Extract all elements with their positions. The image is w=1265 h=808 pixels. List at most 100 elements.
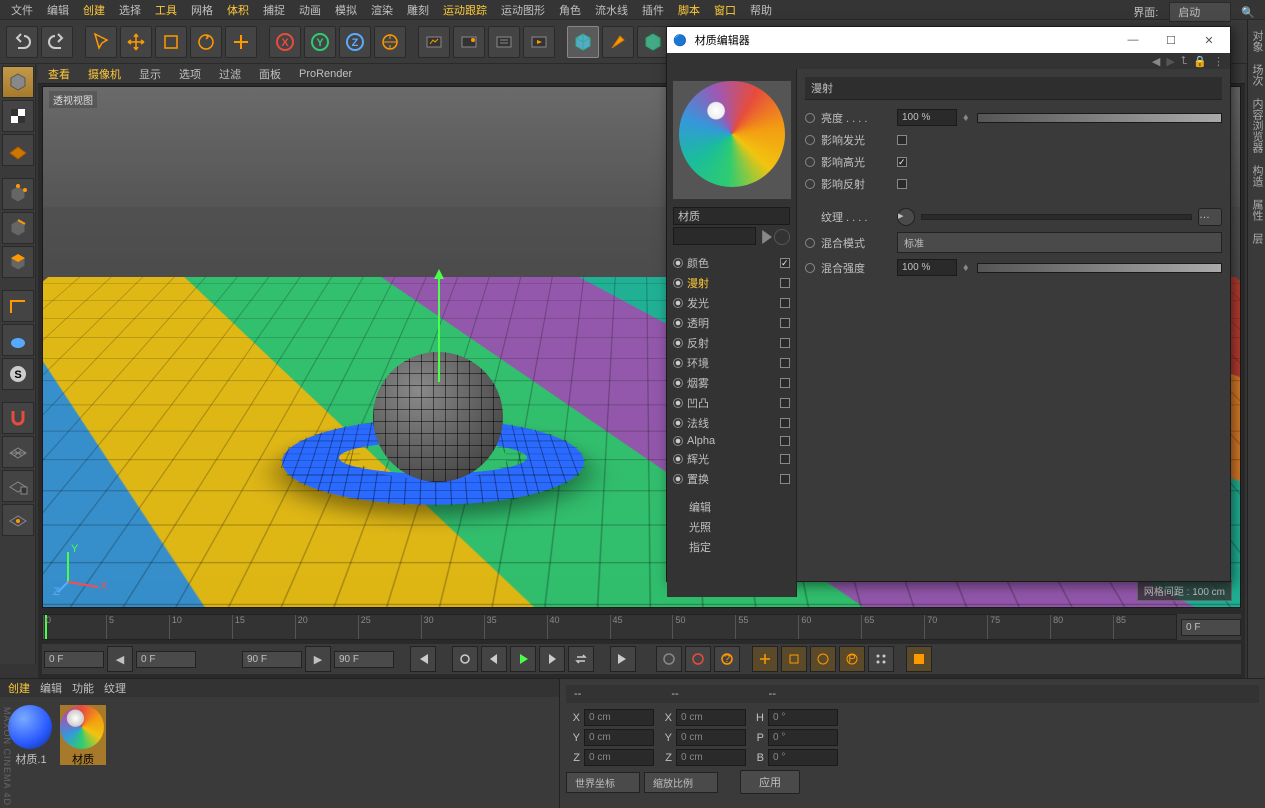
viewmenu-prorender[interactable]: ProRender bbox=[295, 66, 356, 82]
range-handle2[interactable]: ▶ bbox=[305, 646, 331, 672]
nav-up-icon[interactable]: ⮤ bbox=[1181, 55, 1188, 68]
timeline[interactable]: 051015202530354045505560657075808590 0 F bbox=[42, 614, 1241, 640]
menu-plugins[interactable]: 插件 bbox=[635, 0, 671, 20]
viewmenu-panel[interactable]: 面板 bbox=[255, 64, 285, 84]
primitive-cube[interactable] bbox=[567, 26, 599, 58]
menu-sculpt[interactable]: 雕刻 bbox=[400, 0, 436, 20]
tab-layers[interactable]: 层 bbox=[1248, 233, 1265, 244]
viewmenu-options[interactable]: 选项 bbox=[175, 64, 205, 84]
menu-mesh[interactable]: 网格 bbox=[184, 0, 220, 20]
render-settings[interactable] bbox=[488, 26, 520, 58]
channel-checkbox[interactable] bbox=[780, 474, 790, 484]
channel-checkbox[interactable] bbox=[780, 454, 790, 464]
coord-space-dropdown[interactable]: 世界坐标 bbox=[566, 772, 640, 793]
key-scale[interactable] bbox=[781, 646, 807, 672]
blendstr-field[interactable]: 100 % bbox=[897, 259, 957, 276]
channel-radio[interactable] bbox=[673, 358, 683, 368]
brightness-slider[interactable] bbox=[977, 113, 1222, 123]
pos-x-field[interactable]: 0 cm bbox=[584, 709, 654, 726]
coord-scale-dropdown[interactable]: 缩放比例 bbox=[644, 772, 718, 793]
menu-tools[interactable]: 工具 bbox=[148, 0, 184, 20]
channel-checkbox[interactable] bbox=[780, 278, 790, 288]
menu-mograph[interactable]: 运动图形 bbox=[494, 0, 552, 20]
channel-radio[interactable] bbox=[673, 298, 683, 308]
rot-h-field[interactable]: 0 ° bbox=[768, 709, 838, 726]
tweak-mode[interactable] bbox=[2, 324, 34, 356]
channel-radio[interactable] bbox=[673, 418, 683, 428]
channel-checkbox[interactable] bbox=[780, 318, 790, 328]
texture-picker-button[interactable]: ▸ bbox=[897, 208, 915, 226]
current-frame[interactable]: 0 F bbox=[1181, 619, 1241, 636]
blendmode-dropdown[interactable]: 标准 bbox=[897, 232, 1222, 253]
blendstr-slider[interactable] bbox=[977, 263, 1222, 273]
channel-checkbox[interactable] bbox=[780, 258, 790, 268]
menu-edit[interactable]: 编辑 bbox=[40, 0, 76, 20]
goto-start[interactable] bbox=[410, 646, 436, 672]
dopesheet[interactable] bbox=[906, 646, 932, 672]
menu-icon[interactable]: ⋮ bbox=[1213, 55, 1224, 68]
channel-checkbox[interactable] bbox=[780, 358, 790, 368]
edge-mode[interactable] bbox=[2, 212, 34, 244]
material-thumb-1[interactable]: 材质.1 bbox=[8, 705, 54, 765]
channel-checkbox[interactable] bbox=[780, 436, 790, 446]
menu-simulate[interactable]: 模拟 bbox=[328, 0, 364, 20]
record-key[interactable] bbox=[656, 646, 682, 672]
blendstr-anim[interactable] bbox=[805, 263, 815, 273]
channel-radio[interactable] bbox=[673, 378, 683, 388]
material-name-field[interactable] bbox=[673, 227, 756, 245]
zaxis-lock[interactable]: Z bbox=[339, 26, 371, 58]
lastused-tool[interactable] bbox=[225, 26, 257, 58]
mattab-create[interactable]: 创建 bbox=[8, 680, 30, 696]
material-thumb-2[interactable]: 材质 bbox=[60, 705, 106, 765]
tab-browser[interactable]: 内容浏览器 bbox=[1248, 98, 1265, 153]
workplane-mode[interactable] bbox=[2, 134, 34, 166]
size-z-field[interactable]: 0 cm bbox=[676, 749, 746, 766]
layout-dropdown[interactable]: 启动 bbox=[1169, 2, 1231, 22]
tab-attributes[interactable]: 属性 bbox=[1248, 199, 1265, 221]
goto-end[interactable] bbox=[610, 646, 636, 672]
rot-b-field[interactable]: 0 ° bbox=[768, 749, 838, 766]
tab-structure[interactable]: 构造 bbox=[1248, 165, 1265, 187]
texture-field[interactable] bbox=[921, 214, 1192, 220]
affectlumin-check[interactable] bbox=[897, 135, 907, 145]
tab-objects[interactable]: 对象 bbox=[1248, 30, 1265, 52]
brightness-anim[interactable] bbox=[805, 113, 815, 123]
nav-fwd-icon[interactable]: ▶ bbox=[1166, 55, 1174, 68]
start-frame-field[interactable]: 0 F bbox=[44, 651, 104, 668]
render-region[interactable] bbox=[453, 26, 485, 58]
affectrefl-anim[interactable] bbox=[805, 179, 815, 189]
menu-help[interactable]: 帮助 bbox=[743, 0, 779, 20]
extra-illum[interactable]: 光照 bbox=[689, 517, 790, 537]
range-start[interactable]: 0 F bbox=[136, 651, 196, 668]
menu-character[interactable]: 角色 bbox=[552, 0, 588, 20]
tab-takes[interactable]: 场次 bbox=[1248, 64, 1265, 86]
snap-toggle[interactable]: S bbox=[2, 358, 34, 390]
affectspec-check[interactable] bbox=[897, 157, 907, 167]
model-mode[interactable] bbox=[2, 66, 34, 98]
menu-script[interactable]: 脚本 bbox=[671, 0, 707, 20]
end-frame-field[interactable]: 90 F bbox=[334, 651, 394, 668]
loop-mode[interactable] bbox=[568, 646, 594, 672]
expand-icon[interactable] bbox=[758, 230, 772, 244]
channel-radio[interactable] bbox=[673, 258, 683, 268]
channel-fog[interactable]: 烟雾 bbox=[673, 373, 790, 393]
poly-mode[interactable] bbox=[2, 246, 34, 278]
channel-checkbox[interactable] bbox=[780, 378, 790, 388]
autokey[interactable] bbox=[685, 646, 711, 672]
menu-window[interactable]: 窗口 bbox=[707, 0, 743, 20]
minimize-button[interactable]: — bbox=[1118, 34, 1148, 46]
extra-assign[interactable]: 指定 bbox=[689, 537, 790, 557]
channel-checkbox[interactable] bbox=[780, 398, 790, 408]
yaxis-lock[interactable]: Y bbox=[304, 26, 336, 58]
key-pla[interactable] bbox=[868, 646, 894, 672]
affectlumin-anim[interactable] bbox=[805, 135, 815, 145]
rotate-tool[interactable] bbox=[190, 26, 222, 58]
material-preview[interactable] bbox=[673, 81, 791, 199]
channel-normal[interactable]: 法线 bbox=[673, 413, 790, 433]
axis-toggle[interactable] bbox=[2, 290, 34, 322]
affectrefl-check[interactable] bbox=[897, 179, 907, 189]
viewmenu-view[interactable]: 查看 bbox=[44, 64, 74, 84]
viewmenu-display[interactable]: 显示 bbox=[135, 64, 165, 84]
point-mode[interactable] bbox=[2, 178, 34, 210]
channel-radio[interactable] bbox=[673, 474, 683, 484]
